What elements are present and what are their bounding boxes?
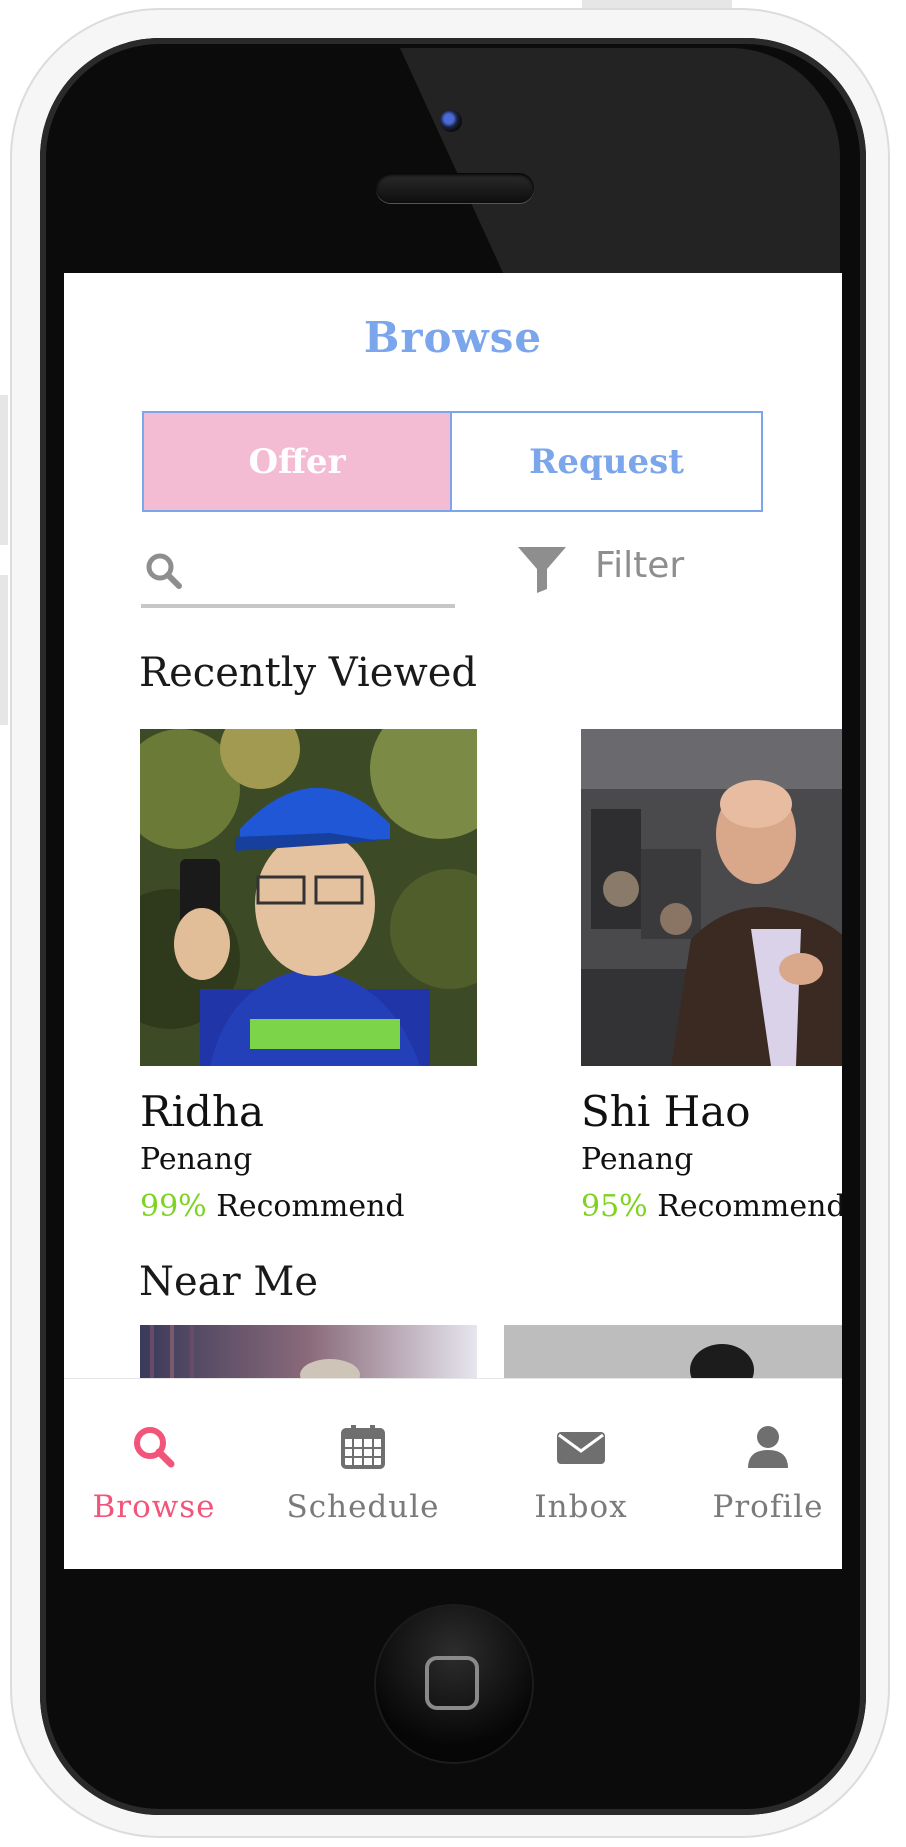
recently-viewed-heading: Recently Viewed — [139, 650, 477, 696]
calendar-icon — [341, 1425, 385, 1469]
profile-location: Penang — [140, 1142, 253, 1177]
tab-browse[interactable]: Browse — [64, 1379, 244, 1569]
filter-icon — [518, 547, 566, 593]
search-icon — [134, 1427, 175, 1468]
profile-location: Penang — [581, 1142, 694, 1177]
search-icon — [146, 553, 182, 589]
speaker-grille — [376, 173, 534, 203]
recommend-label: Recommend — [657, 1189, 842, 1219]
tab-profile[interactable]: Profile — [678, 1379, 842, 1569]
volume-button — [0, 575, 8, 725]
app-screen: Browse Offer Request Filter Recently Vie… — [64, 273, 842, 1569]
near-me-heading: Near Me — [139, 1259, 318, 1305]
profile-recommend: 99% Recommend — [140, 1189, 405, 1224]
search-underline — [141, 604, 455, 608]
request-tab[interactable]: Request — [452, 411, 763, 512]
profile-photo — [140, 729, 477, 1066]
camera-icon — [440, 110, 462, 132]
recommend-percent: 95% — [581, 1189, 648, 1219]
bottom-tab-bar: Browse Schedule Inbox Profile — [64, 1378, 842, 1569]
profile-name: Ridha — [140, 1087, 265, 1136]
near-me-photo[interactable] — [140, 1325, 477, 1380]
volume-button — [0, 395, 8, 545]
tab-label: Profile — [712, 1489, 824, 1525]
page-title: Browse — [363, 313, 543, 362]
tab-label: Browse — [92, 1489, 216, 1525]
search-input[interactable] — [141, 543, 455, 603]
tab-inbox[interactable]: Inbox — [491, 1379, 671, 1569]
home-square-icon — [425, 1656, 479, 1710]
user-icon — [748, 1426, 788, 1468]
filter-label: Filter — [595, 545, 685, 586]
near-me-photo[interactable] — [504, 1325, 842, 1380]
recommend-label: Recommend — [216, 1189, 405, 1224]
power-button — [582, 0, 732, 8]
tab-label: Inbox — [534, 1489, 628, 1525]
profile-name: Shi Hao — [581, 1087, 751, 1136]
mail-icon — [557, 1432, 605, 1464]
profile-recommend: 95% Recommend — [581, 1189, 842, 1219]
tab-schedule[interactable]: Schedule — [253, 1379, 473, 1569]
profile-photo — [581, 729, 842, 1066]
tab-label: Schedule — [286, 1489, 440, 1525]
profile-card[interactable]: Shi Hao Penang 95% Recommend — [581, 729, 842, 1219]
offer-tab[interactable]: Offer — [142, 411, 452, 512]
recommend-percent: 99% — [140, 1189, 207, 1224]
profile-card[interactable]: Ridha Penang 99% Recommend — [140, 729, 477, 1224]
